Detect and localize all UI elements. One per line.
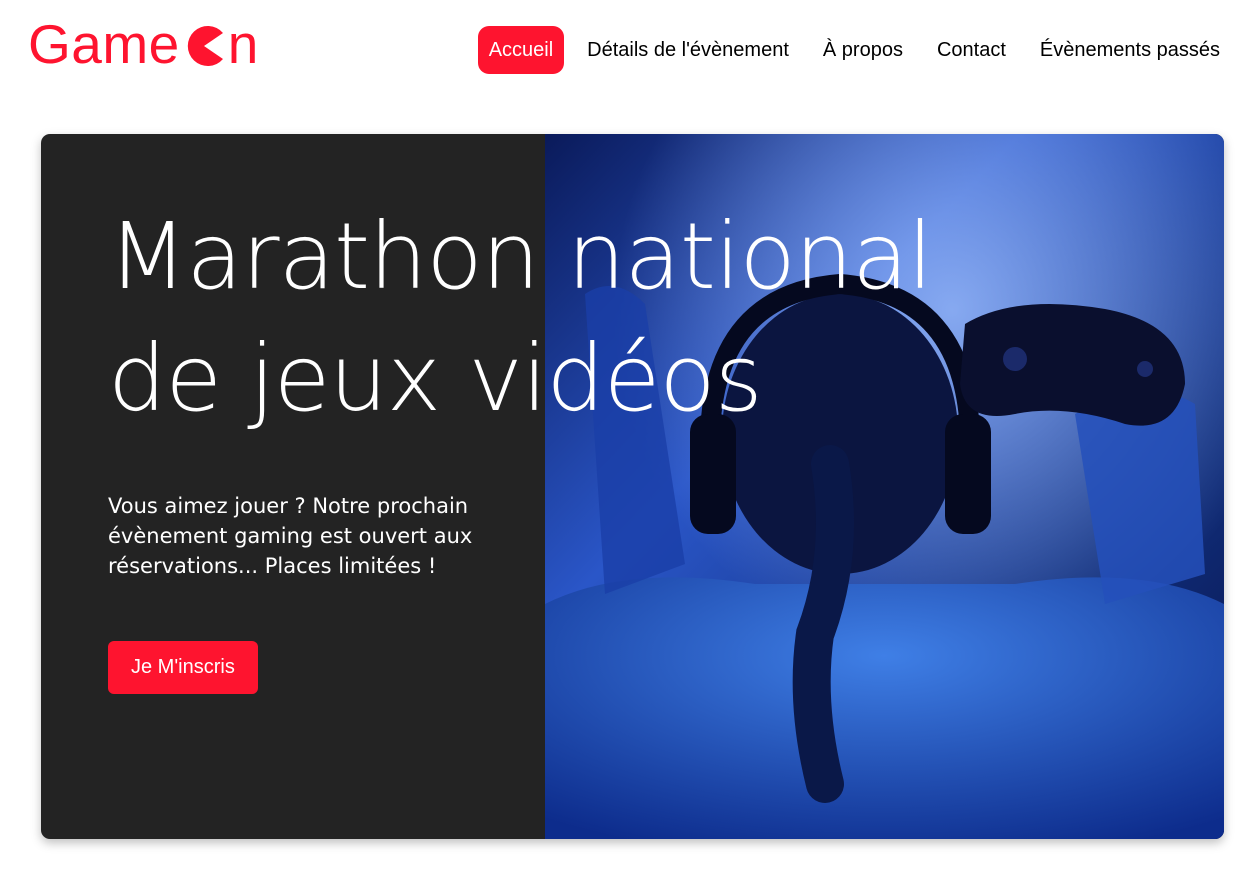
- logo-text-n: n: [227, 13, 259, 75]
- hero-subtitle: Vous aimez jouer ? Notre prochain évènem…: [108, 494, 473, 578]
- signup-button[interactable]: Je M'inscris: [108, 641, 258, 694]
- pacman-icon: [187, 26, 223, 67]
- nav-accueil[interactable]: Accueil: [477, 26, 565, 74]
- hero-title: Marathon national de jeux vidéos: [108, 203, 933, 432]
- nav-details-evenement[interactable]: Détails de l'évènement: [576, 26, 800, 74]
- gameon-logo[interactable]: Game n: [28, 13, 259, 75]
- nav-contact[interactable]: Contact: [926, 26, 1017, 74]
- nav-evenements-passes[interactable]: Évènements passés: [1029, 26, 1231, 74]
- nav-a-propos[interactable]: À propos: [812, 26, 914, 74]
- top-header: Game n Accueil Détails de l'évènement À …: [0, 0, 1257, 100]
- main-nav: Accueil Détails de l'évènement À propos …: [466, 26, 1231, 74]
- logo-text-game: Game: [28, 13, 180, 75]
- hero-section: Marathon national de jeux vidéos Vous ai…: [41, 134, 1224, 839]
